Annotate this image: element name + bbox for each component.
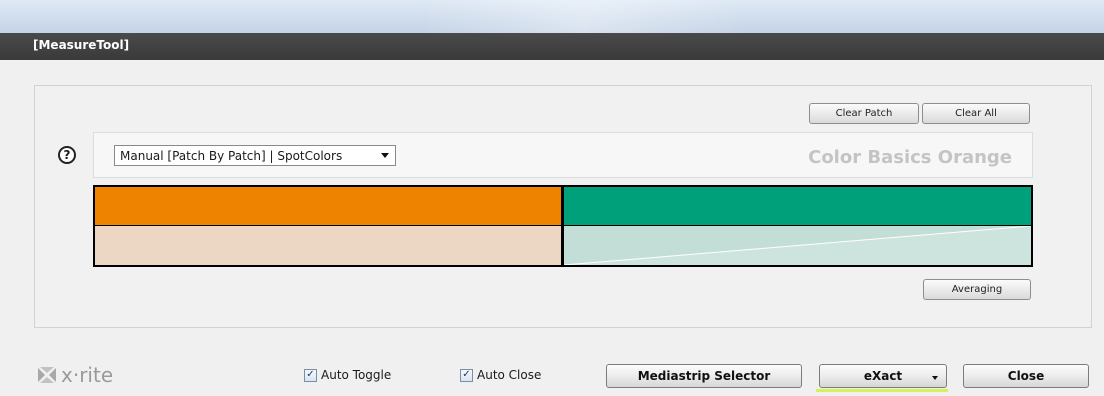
reference-swatch-top — [95, 187, 561, 225]
help-icon[interactable]: ? — [58, 146, 76, 164]
auto-close-checkbox[interactable]: ✓ Auto Close — [460, 368, 541, 382]
dropdown-arrow-icon — [381, 153, 389, 158]
device-active-indicator — [816, 389, 948, 392]
measure-mode-value: Manual [Patch By Patch] | SpotColors — [120, 148, 343, 163]
checkbox-checked-icon: ✓ — [304, 368, 317, 382]
desktop-chrome — [0, 0, 1104, 33]
clear-all-button[interactable]: Clear All — [922, 103, 1030, 124]
measured-swatch-top[interactable] — [564, 187, 1031, 225]
mediastrip-selector-button[interactable]: Mediastrip Selector — [606, 364, 802, 388]
clear-patch-button[interactable]: Clear Patch — [809, 103, 919, 124]
window-titlebar — [0, 33, 1104, 60]
help-label: ? — [63, 148, 71, 162]
auto-toggle-checkbox[interactable]: ✓ Auto Toggle — [304, 368, 391, 382]
auto-close-label: Auto Close — [477, 368, 542, 382]
dropdown-arrow-icon — [932, 376, 938, 380]
measured-swatch-diagonal — [564, 226, 1031, 265]
xrite-logo: x·rite — [36, 363, 113, 387]
device-label: eXact — [863, 369, 903, 383]
measured-swatch-bottom[interactable] — [564, 226, 1031, 265]
color-name-label: Color Basics Orange — [808, 147, 1012, 168]
device-dropdown-button[interactable]: eXact — [819, 364, 947, 388]
xrite-logo-icon — [38, 367, 56, 383]
measure-mode-select[interactable]: Manual [Patch By Patch] | SpotColors — [114, 145, 396, 166]
close-button[interactable]: Close — [963, 364, 1089, 388]
xrite-logo-text: x·rite — [61, 363, 114, 387]
window-title: [MeasureTool] — [33, 38, 130, 52]
checkbox-checked-icon: ✓ — [460, 368, 473, 382]
auto-toggle-label: Auto Toggle — [321, 368, 392, 382]
averaging-button[interactable]: Averaging — [923, 279, 1031, 300]
reference-swatch-bottom — [95, 226, 561, 265]
